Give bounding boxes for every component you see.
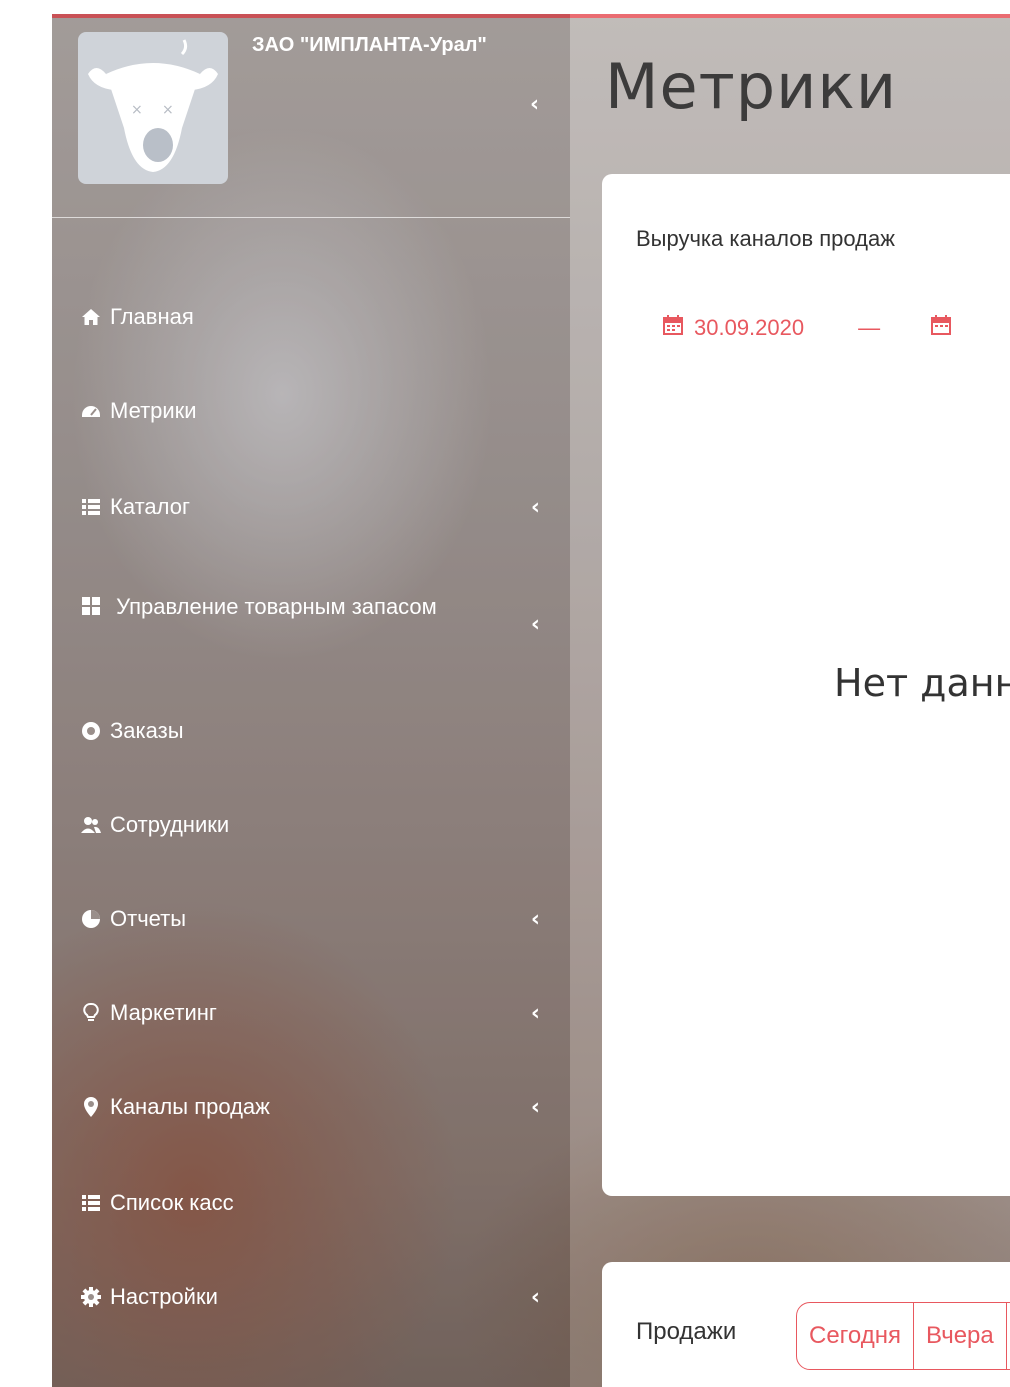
gauge-icon [80,400,102,422]
chevron-left-icon: ‹ [530,906,540,932]
revenue-card: Выручка каналов продаж 30.09.2020 — Нет … [602,174,1010,1196]
sidebar-item-label: Список касс [110,1190,234,1215]
sidebar-item-label: Сотрудники [110,812,230,837]
sidebar-item-settings[interactable]: Настройки ‹ [80,1284,570,1310]
sidebar-item-marketing[interactable]: Маркетинг ‹ [80,1000,570,1026]
page-title: Метрики [605,50,898,123]
sidebar-item-cash-registers[interactable]: Список касс [80,1190,570,1216]
sidebar-item-reports[interactable]: Отчеты ‹ [80,906,570,932]
sidebar-item-label: Управление товарным запасом [116,594,437,619]
gear-icon [80,1286,102,1308]
list-icon [80,496,102,518]
sidebar-item-label: Каталог [110,494,190,519]
svg-text:×: × [131,102,143,118]
sidebar-item-label: Настройки [110,1284,218,1309]
card-title: Выручка каналов продаж [636,226,895,251]
sales-card: Продажи Сегодня Вчера [602,1262,1010,1387]
company-logo[interactable]: × × [78,32,228,184]
sidebar-item-orders[interactable]: Заказы [80,718,570,744]
app-window: × × ЗАО "ИМПЛАНТА-Урал" ‹ Главная Метрик… [52,14,1010,1387]
map-marker-icon [80,1096,102,1118]
sidebar-item-home[interactable]: Главная [80,304,570,330]
sidebar-item-label: Заказы [110,718,184,743]
no-data-message: Нет данных [834,661,1010,705]
sidebar-item-inventory[interactable]: Управление товарным запасом ‹ [80,588,570,637]
chevron-left-icon: ‹ [530,612,540,637]
chevron-left-icon: ‹ [530,494,540,520]
chevron-left-icon: ‹ [530,1284,540,1310]
organization-name: ЗАО "ИМПЛАНТА-Урал" [252,34,487,56]
sidebar: × × ЗАО "ИМПЛАНТА-Урал" ‹ Главная Метрик… [52,14,570,1387]
sidebar-item-sales-channels[interactable]: Каналы продаж ‹ [80,1094,570,1120]
list-icon [80,1192,102,1214]
date-range: 30.09.2020 — [662,314,952,342]
sidebar-item-employees[interactable]: Сотрудники [80,812,570,838]
life-ring-icon [80,720,102,742]
sidebar-item-metrics[interactable]: Метрики [80,398,570,424]
home-icon [80,306,102,328]
pie-chart-icon [80,908,102,930]
sales-label: Продажи [636,1318,737,1345]
period-yesterday-button[interactable]: Вчера [914,1303,1007,1369]
sidebar-backdrop [52,14,570,1387]
sidebar-item-catalog[interactable]: Каталог ‹ [80,494,570,520]
period-selector: Сегодня Вчера [796,1302,1010,1370]
chevron-left-icon: ‹ [530,1094,540,1120]
calendar-icon[interactable] [662,314,684,342]
sidebar-collapse-chevron-icon[interactable]: ‹ [530,92,539,117]
users-icon [80,814,102,836]
date-separator: — [858,315,881,340]
grid-icon [80,595,102,617]
dog-avatar-icon: × × [88,39,218,172]
sidebar-item-label: Отчеты [110,906,187,931]
sidebar-item-label: Метрики [110,398,197,423]
sidebar-item-label: Главная [110,304,194,329]
lightbulb-icon [80,1002,102,1024]
chevron-left-icon: ‹ [530,1000,540,1026]
sidebar-divider [52,217,570,218]
sidebar-item-label: Каналы продаж [110,1094,270,1119]
calendar-icon[interactable] [930,314,952,342]
period-today-button[interactable]: Сегодня [797,1303,914,1369]
svg-text:×: × [162,102,174,118]
date-from[interactable]: 30.09.2020 [694,315,804,341]
sidebar-item-label: Маркетинг [110,1000,217,1025]
